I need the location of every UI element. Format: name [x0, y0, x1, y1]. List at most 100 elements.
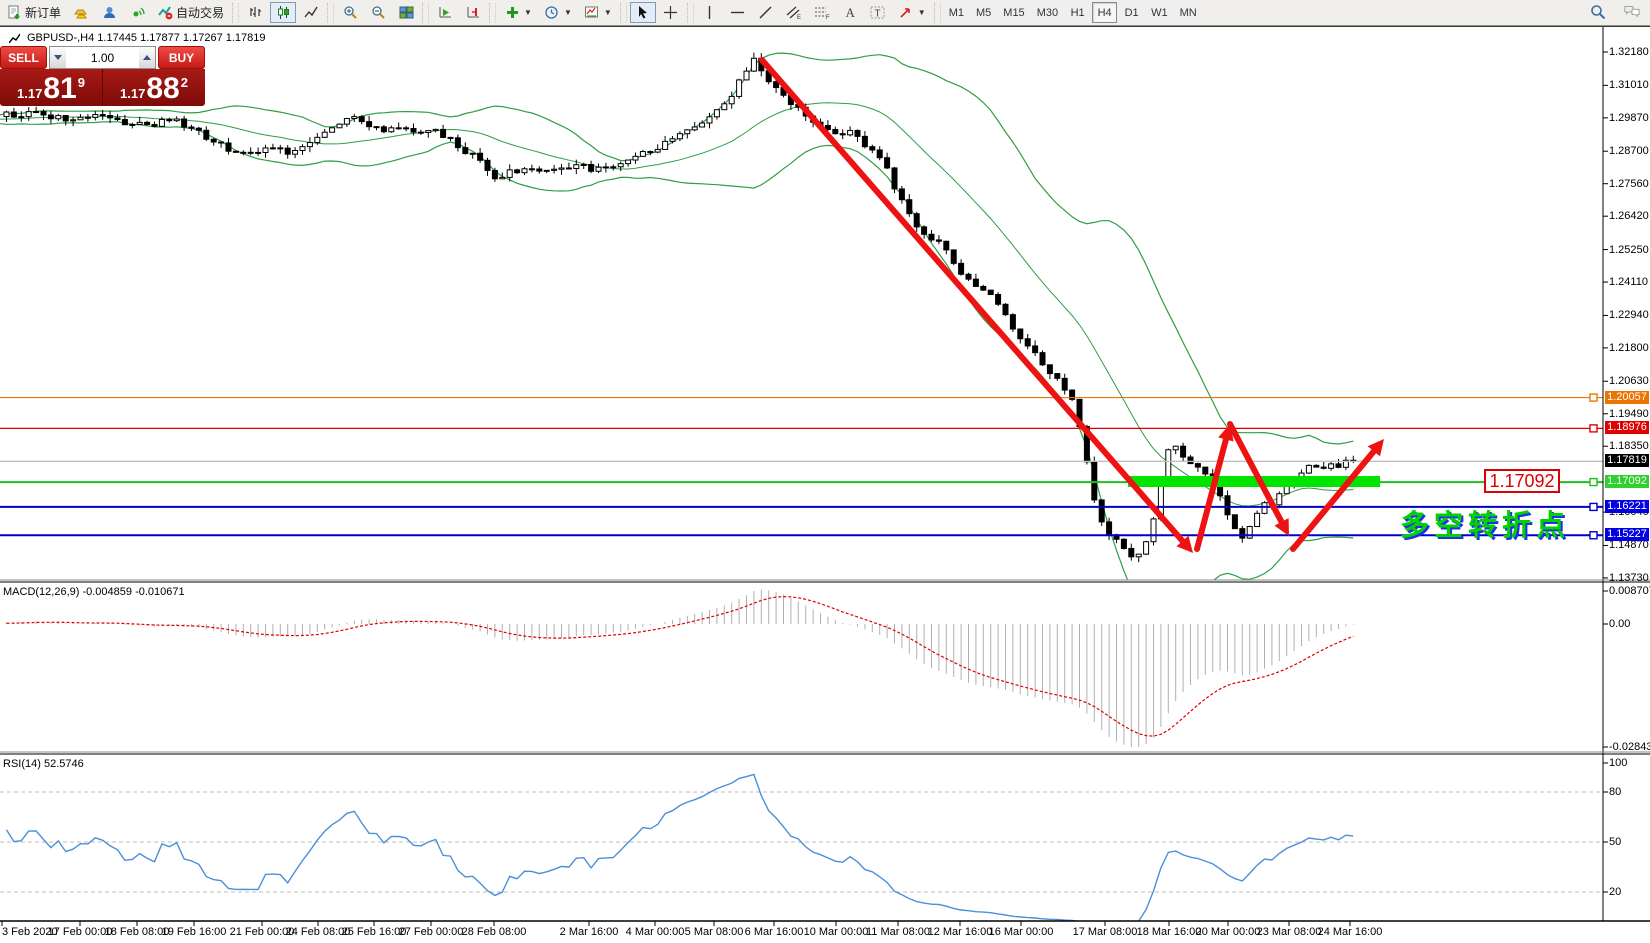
date-label: 27 Feb 00:00: [399, 926, 464, 938]
buy-button[interactable]: BUY: [158, 46, 205, 69]
date-label: 12 Mar 16:00: [928, 926, 993, 938]
chart-shift-button[interactable]: [460, 2, 486, 23]
price-tick: 1.22940: [1609, 309, 1649, 321]
buy-price-big: 88: [146, 74, 179, 104]
svg-text:A: A: [846, 5, 856, 20]
timeframe-d1-button[interactable]: D1: [1119, 2, 1144, 23]
rsi-label: RSI(14) 52.5746: [3, 758, 84, 770]
timeframe-m5-button[interactable]: M5: [971, 2, 996, 23]
mt4-window: 新订单自动交易▼▼▼EFAT▼M1M5M15M30H1H4D1W1MN GBPU…: [0, 0, 1650, 943]
price-badge: 1.20057: [1605, 391, 1649, 404]
deposit-button[interactable]: [68, 2, 94, 23]
date-label: 19 Feb 16:00: [162, 926, 227, 938]
price-tick: 1.28700: [1609, 145, 1649, 157]
indicators-button[interactable]: ▼: [499, 2, 537, 23]
arrows-icon: [898, 5, 914, 21]
cursor-button[interactable]: [630, 2, 656, 23]
chevron-down-icon: ▼: [524, 8, 532, 17]
sell-price[interactable]: 1.17 81 9: [0, 69, 102, 106]
autotrading-button[interactable]: 自动交易: [152, 2, 229, 23]
volume-decrease-button[interactable]: [50, 47, 66, 68]
toolbar-separator: [934, 3, 941, 23]
crosshair-button[interactable]: [658, 2, 684, 23]
text-label-button[interactable]: T: [865, 2, 891, 23]
timeframe-m30-button[interactable]: M30: [1032, 2, 1063, 23]
auto-scroll-icon: [437, 5, 453, 21]
timeframe-m15-button[interactable]: M15: [998, 2, 1029, 23]
templates-icon: [584, 5, 600, 21]
tile-windows-button[interactable]: [393, 2, 419, 23]
chart-window-icon: [6, 30, 22, 46]
date-label: 2 Mar 16:00: [560, 926, 619, 938]
date-label: 16 Mar 00:00: [989, 926, 1054, 938]
signals-button[interactable]: [124, 2, 150, 23]
timeframe-m1-button[interactable]: M1: [944, 2, 969, 23]
rsi-tick: 100: [1609, 757, 1627, 769]
zoom-in-button[interactable]: [337, 2, 363, 23]
fibonacci-icon: F: [814, 5, 830, 21]
periods-button[interactable]: ▼: [539, 2, 577, 23]
deposit-gold-icon: [73, 5, 89, 21]
price-tick: 1.32180: [1609, 46, 1649, 58]
chart-header: GBPUSD-,H4 1.17445 1.17877 1.17267 1.178…: [6, 30, 266, 46]
macd-tick: 0.00: [1609, 618, 1630, 630]
zoom-in-icon: [342, 5, 358, 21]
buy-price[interactable]: 1.17 88 2: [103, 69, 205, 106]
search-button[interactable]: [1585, 1, 1611, 22]
line-chart-icon: [303, 5, 319, 21]
volume-field: [49, 46, 156, 69]
text-button[interactable]: A: [837, 2, 863, 23]
search-icon: [1590, 4, 1606, 20]
vertical-line-button[interactable]: [697, 2, 723, 23]
candlestick-chart-button[interactable]: [270, 2, 296, 23]
zoom-out-button[interactable]: [365, 2, 391, 23]
price-badge: 1.17092: [1605, 475, 1649, 488]
timeframe-w1-button[interactable]: W1: [1146, 2, 1173, 23]
timeframe-mn-button[interactable]: MN: [1175, 2, 1202, 23]
crosshair-icon: [663, 5, 679, 21]
buy-price-prefix: 1.17: [120, 86, 145, 101]
volume-input[interactable]: [66, 47, 139, 68]
date-label: 10 Mar 00:00: [804, 926, 869, 938]
trend-line-icon: [758, 5, 774, 21]
chart-area[interactable]: [0, 0, 1650, 943]
price-badge: 1.17819: [1605, 454, 1649, 467]
date-label: 5 Mar 08:00: [685, 926, 744, 938]
community-button[interactable]: [96, 2, 122, 23]
vertical-line-icon: [702, 5, 718, 21]
one-click-trading-widget: SELL BUY 1.17 81 9 1.17 88 2: [0, 46, 205, 106]
sell-button[interactable]: SELL: [0, 46, 47, 69]
fibonacci-button[interactable]: F: [809, 2, 835, 23]
trend-line-button[interactable]: [753, 2, 779, 23]
bar-chart-button[interactable]: [242, 2, 268, 23]
rsi-panel: [0, 775, 1603, 924]
arrows-button[interactable]: ▼: [893, 2, 931, 23]
chevron-down-icon: ▼: [604, 8, 612, 17]
date-label: 25 Feb 16:00: [342, 926, 407, 938]
horizontal-line-button[interactable]: [725, 2, 751, 23]
main-toolbar: 新订单自动交易▼▼▼EFAT▼M1M5M15M30H1H4D1W1MN: [0, 0, 1650, 26]
date-label: 18 Mar 16:00: [1137, 926, 1202, 938]
equidistant-channel-button[interactable]: E: [781, 2, 807, 23]
rsi-tick: 20: [1609, 886, 1621, 898]
auto-scroll-button[interactable]: [432, 2, 458, 23]
chat-button[interactable]: [1619, 1, 1645, 22]
toolbar-separator: [327, 3, 334, 23]
date-label: 23 Mar 08:00: [1257, 926, 1322, 938]
new-order-button[interactable]: 新订单: [1, 2, 66, 23]
line-chart-button[interactable]: [298, 2, 324, 23]
price-badge: 1.15227: [1605, 528, 1649, 541]
bar-chart-icon: [247, 5, 263, 21]
date-label: 6 Mar 16:00: [745, 926, 804, 938]
date-label: 18 Feb 08:00: [105, 926, 170, 938]
sell-price-big: 81: [43, 74, 76, 104]
timeframe-h1-button[interactable]: H1: [1065, 2, 1090, 23]
templates-button[interactable]: ▼: [579, 2, 617, 23]
price-tick: 1.18350: [1609, 440, 1649, 452]
sell-price-sup: 9: [78, 75, 85, 90]
volume-increase-button[interactable]: [139, 47, 155, 68]
price-tick: 1.29870: [1609, 112, 1649, 124]
timeframe-h4-button[interactable]: H4: [1092, 2, 1117, 23]
date-label: 17 Feb 00:00: [48, 926, 113, 938]
equidistant-channel-icon: E: [786, 5, 802, 21]
